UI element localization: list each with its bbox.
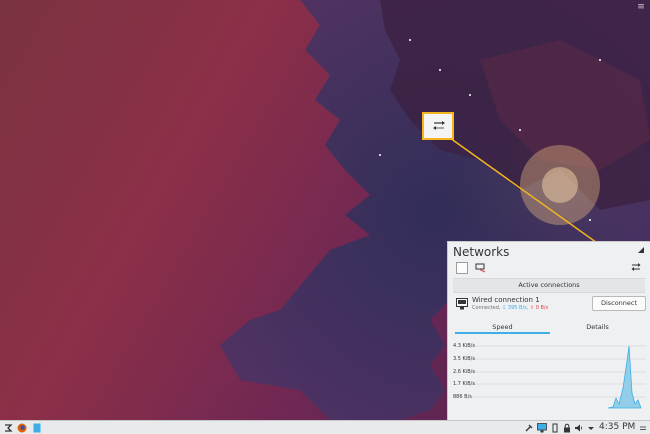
connection-state: Connected, [472, 305, 501, 311]
pin-icon[interactable] [638, 247, 644, 253]
firefox-icon[interactable] [17, 423, 27, 433]
tools-icon[interactable] [524, 423, 534, 433]
panel-options-icon[interactable] [638, 423, 648, 433]
disconnect-button[interactable]: Disconnect [592, 296, 646, 311]
connection-status: Connected, ⇩ 395 B/s, ⇧ 0 B/s [472, 305, 548, 311]
tab-speed[interactable]: Speed [455, 322, 550, 334]
connection-name[interactable]: Wired connection 1 [472, 296, 540, 304]
volume-icon[interactable] [574, 423, 584, 433]
wired-connection-icon [456, 298, 468, 310]
speed-graph [472, 345, 646, 409]
download-rate: ⇩ 395 B/s, [502, 305, 529, 311]
graph-label: 4.3 KiB/s [453, 343, 475, 349]
lock-icon[interactable] [562, 423, 572, 433]
graph-label: 3.5 KiB/s [453, 356, 475, 362]
network-connect-icon [433, 121, 445, 130]
graph-label: 886 B/s [453, 394, 472, 400]
expand-tray-icon[interactable] [586, 423, 596, 433]
network-connect-icon[interactable] [631, 262, 641, 272]
upload-rate: ⇧ 0 B/s [529, 305, 549, 311]
usb-icon[interactable] [550, 423, 560, 433]
panel-title: Networks [453, 245, 510, 259]
networks-panel: Networks Active connections Wired connec… [447, 241, 650, 420]
display-icon[interactable] [537, 423, 547, 433]
taskbar: 4:35 PM [0, 420, 650, 434]
graph-label: 2.6 KiB/s [453, 369, 475, 375]
active-connections-header: Active connections [453, 278, 645, 293]
enable-networking-checkbox[interactable] [456, 262, 468, 274]
clock[interactable]: 4:35 PM [599, 422, 635, 432]
menu-icon[interactable]: ≡ [636, 2, 646, 12]
airplane-mode-icon[interactable] [475, 262, 487, 273]
highlighted-network-icon [422, 112, 454, 140]
graph-label: 1.7 KiB/s [453, 381, 475, 387]
application-launcher-icon[interactable] [3, 423, 13, 433]
file-manager-icon[interactable] [32, 423, 42, 433]
tab-details[interactable]: Details [550, 322, 645, 332]
